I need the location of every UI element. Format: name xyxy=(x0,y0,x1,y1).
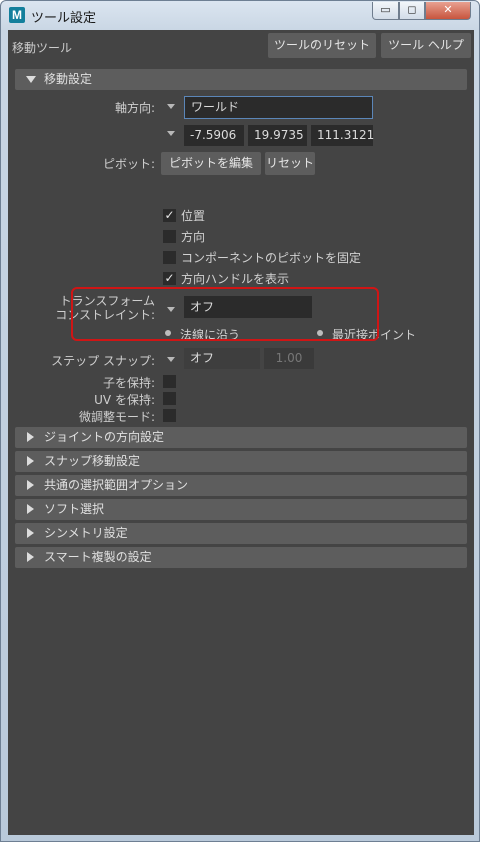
preserve-children-label: 子を保持: xyxy=(102,376,155,390)
close-button[interactable]: ✕ xyxy=(425,2,471,20)
section-label: ジョイントの方向設定 xyxy=(44,430,165,444)
tweak-mode-checkbox[interactable] xyxy=(163,409,176,422)
tool-help-button[interactable]: ツール ヘルプ xyxy=(381,33,471,58)
step-snap-dropdown[interactable]: オフ xyxy=(184,348,260,369)
pin-component-pivot-label: コンポーネントのピボットを固定 xyxy=(181,251,362,265)
preserve-uv-label: UV を保持: xyxy=(94,393,155,407)
tool-name: 移動ツール xyxy=(12,41,73,55)
section-soft-select[interactable]: ソフト選択 xyxy=(15,499,467,520)
section-label: 共通の選択範囲オプション xyxy=(44,478,189,492)
settings-panel: 移動設定 軸方向: ワールド -7.5906 19.9735 111.3121 … xyxy=(15,67,467,568)
expand-right-icon xyxy=(27,552,34,562)
client-area: 移動ツール ツールのリセット ツール ヘルプ 移動設定 軸方向: ワールド -7… xyxy=(8,30,474,835)
orientation-checkbox[interactable] xyxy=(163,230,176,243)
red-highlight-box xyxy=(71,287,379,341)
tool-header: 移動ツール ツールのリセット ツール ヘルプ xyxy=(8,30,474,63)
edit-pivot-button[interactable]: ピボットを編集 xyxy=(161,152,261,175)
preserve-uv-checkbox[interactable] xyxy=(163,392,176,405)
position-label: 位置 xyxy=(181,209,206,223)
pivot-label: ピボット: xyxy=(102,157,155,171)
section-snap-move[interactable]: スナップ移動設定 xyxy=(15,451,467,472)
section-label: シンメトリ設定 xyxy=(44,526,128,540)
orientation-label: 方向 xyxy=(181,230,206,244)
step-snap-label: ステップ スナップ: xyxy=(51,354,155,368)
expand-right-icon xyxy=(27,432,34,442)
section-label: スナップ移動設定 xyxy=(44,454,141,468)
window-title: ツール設定 xyxy=(31,11,97,26)
preserve-children-checkbox[interactable] xyxy=(163,375,176,388)
reset-tool-button[interactable]: ツールのリセット xyxy=(268,33,376,58)
expand-right-icon xyxy=(27,456,34,466)
section-label: 移動設定 xyxy=(44,72,93,86)
pin-component-pivot-checkbox[interactable] xyxy=(163,251,176,264)
axis-orientation-dropdown[interactable]: ワールド xyxy=(184,96,373,119)
expand-right-icon xyxy=(27,528,34,538)
section-common-selection[interactable]: 共通の選択範囲オプション xyxy=(15,475,467,496)
title-bar[interactable]: M ツール設定 ▭ ◻ ✕ xyxy=(1,1,479,29)
step-snap-amount-field[interactable]: 1.00 xyxy=(264,348,314,369)
maximize-button[interactable]: ◻ xyxy=(399,2,425,20)
chevron-down-icon[interactable] xyxy=(167,131,175,136)
expand-right-icon xyxy=(27,480,34,490)
coord-y-field[interactable]: 19.9735 xyxy=(248,125,307,146)
maya-app-icon: M xyxy=(9,7,25,23)
section-move-settings[interactable]: 移動設定 xyxy=(15,69,467,90)
section-symmetry[interactable]: シンメトリ設定 xyxy=(15,523,467,544)
expand-down-icon xyxy=(26,76,36,83)
show-orientation-handle-label: 方向ハンドルを表示 xyxy=(181,272,290,286)
coord-x-field[interactable]: -7.5906 xyxy=(184,125,244,146)
section-label: スマート複製の設定 xyxy=(44,550,152,564)
coord-z-field[interactable]: 111.3121 xyxy=(311,125,374,146)
show-orientation-handle-checkbox[interactable]: ✓ xyxy=(163,272,176,285)
position-checkbox[interactable]: ✓ xyxy=(163,209,176,222)
tweak-mode-label: 微調整モード: xyxy=(78,410,155,424)
chevron-down-icon[interactable] xyxy=(167,104,175,109)
pivot-reset-button[interactable]: リセット xyxy=(265,152,315,175)
section-label: ソフト選択 xyxy=(44,502,105,516)
minimize-button[interactable]: ▭ xyxy=(372,2,399,20)
expand-right-icon xyxy=(27,504,34,514)
axis-orientation-label: 軸方向: xyxy=(114,101,155,115)
chevron-down-icon[interactable] xyxy=(167,357,175,362)
section-joint-orient[interactable]: ジョイントの方向設定 xyxy=(15,427,467,448)
section-smart-duplicate[interactable]: スマート複製の設定 xyxy=(15,547,467,568)
tool-settings-window: M ツール設定 ▭ ◻ ✕ 移動ツール ツールのリセット ツール ヘルプ 移動設… xyxy=(0,0,480,842)
